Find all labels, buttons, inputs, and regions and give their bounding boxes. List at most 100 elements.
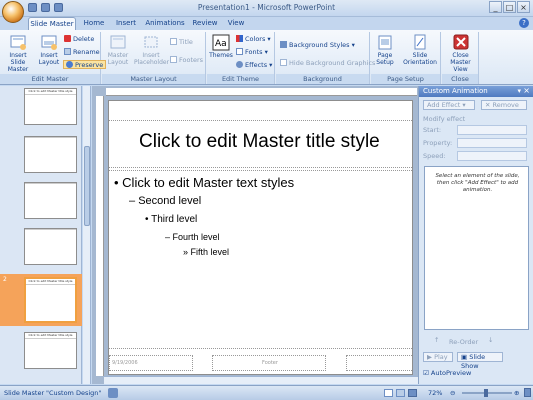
thumbnail-scrollbar[interactable] [83, 86, 91, 384]
pane-close-icon[interactable]: × [523, 86, 530, 95]
close-icon [453, 34, 468, 50]
maximize-button[interactable]: □ [503, 1, 516, 13]
group-master-layout: Master Layout Insert Placeholder Title F… [102, 32, 206, 84]
play-button[interactable]: ▶ Play [423, 352, 453, 362]
content-placeholder[interactable]: • Click to edit Master text styles – Sec… [109, 170, 412, 349]
animation-list[interactable]: Select an element of the slide, then cli… [424, 166, 529, 330]
checkbox-checked-icon [170, 38, 177, 45]
background-styles-button[interactable]: Background Styles ▾ [280, 41, 355, 50]
footers-checkbox[interactable]: Footers [170, 56, 203, 65]
group-label: Page Setup [371, 74, 440, 84]
minimize-button[interactable]: _ [489, 1, 502, 13]
close-master-view-button[interactable]: Close Master View [443, 34, 478, 73]
reorder-label: Re-Order [449, 338, 479, 346]
property-select[interactable] [457, 138, 527, 148]
speed-label: Speed: [423, 152, 446, 160]
remove-button[interactable]: ✕ Remove [481, 100, 527, 110]
slide-show-icon[interactable] [408, 389, 417, 397]
tab-slide-master[interactable]: Slide Master [28, 17, 76, 30]
preserve-button[interactable]: Preserve [63, 60, 107, 69]
move-down-button[interactable]: ↓ [485, 336, 496, 346]
page-setup-icon [378, 35, 392, 50]
tab-review[interactable]: Review [190, 17, 220, 30]
ribbon: Insert Slide Master Insert Layout Delete… [0, 30, 533, 85]
modify-effect-label: Modify effect [423, 115, 466, 123]
window-controls: _ □ × [489, 1, 530, 13]
rename-button[interactable]: Rename [64, 48, 100, 57]
effects-icon [236, 61, 243, 68]
svg-text:Aa: Aa [215, 39, 227, 49]
slide-thumbnail[interactable]: Click to edit Master title style [24, 332, 77, 369]
slide-thumbnail-selected[interactable]: Click to edit Master title style [24, 277, 77, 323]
horizontal-scrollbar[interactable] [104, 376, 418, 384]
slide-orientation-button[interactable]: Slide Orientation [401, 34, 439, 66]
slide-thumbnail[interactable] [24, 136, 77, 173]
spellcheck-icon[interactable] [108, 388, 118, 398]
fonts-icon [236, 48, 243, 55]
speed-select[interactable] [457, 151, 527, 161]
date-placeholder[interactable]: 9/19/2006 [109, 355, 193, 371]
themes-button[interactable]: Aa Themes [209, 34, 233, 59]
rename-icon [64, 48, 71, 55]
tab-animations[interactable]: Animations [144, 17, 186, 30]
footer-placeholder[interactable]: Footer [212, 355, 326, 371]
slide-thumbnail[interactable] [24, 182, 77, 219]
tab-view[interactable]: View [224, 17, 248, 30]
vertical-ruler [96, 96, 104, 376]
zoom-in-icon[interactable]: ⊕ [514, 386, 519, 400]
tab-insert[interactable]: Insert [112, 17, 140, 30]
effects-button[interactable]: Effects ▾ [236, 61, 272, 70]
status-view: Slide Master [4, 389, 45, 397]
master-layout-button[interactable]: Master Layout [104, 34, 132, 66]
slide-number-placeholder[interactable] [346, 355, 412, 371]
hide-background-graphics-checkbox[interactable]: Hide Background Graphics [280, 59, 375, 68]
start-label: Start: [423, 126, 442, 134]
thumbnail-list: Click to edit Master title style Click t… [0, 86, 82, 384]
group-edit-theme: Aa Themes Colors ▾ Fonts ▾ Effects ▾ Edi… [207, 32, 275, 84]
custom-animation-pane: Custom Animation ▾ × Add Effect ▾ ✕ Remo… [418, 86, 533, 384]
slide-orientation-icon [414, 34, 426, 50]
zoom-out-icon[interactable]: ⊖ [450, 386, 455, 400]
colors-icon [236, 35, 243, 42]
horizontal-ruler [106, 88, 417, 96]
zoom-slider-thumb[interactable] [484, 389, 488, 397]
scroll-thumb[interactable] [84, 146, 90, 226]
slide-thumbnail[interactable]: Click to edit Master title style [24, 88, 77, 125]
slide-show-button[interactable]: ▣ Slide Show [457, 352, 503, 370]
add-effect-button[interactable]: Add Effect ▾ [423, 100, 475, 110]
window-title: Presentation1 - Microsoft PowerPoint [197, 3, 336, 12]
placeholder-icon [144, 36, 158, 48]
ribbon-tabs: Slide Master Home Insert Animations Revi… [0, 17, 533, 30]
move-up-button[interactable]: ↑ [431, 336, 442, 346]
colors-button[interactable]: Colors ▾ [236, 35, 271, 44]
master-layout-icon [110, 35, 126, 49]
status-bar: Slide Master "Custom Design" 72% ⊖ ⊕ [0, 385, 533, 400]
slide-thumbnail[interactable] [24, 228, 77, 265]
zoom-level[interactable]: 72% [428, 386, 442, 400]
help-icon[interactable]: ? [519, 18, 529, 28]
pane-dropdown-icon[interactable]: ▾ [517, 87, 521, 95]
title-checkbox[interactable]: Title [170, 38, 193, 47]
animation-hint: Select an element of the slide, then cli… [435, 173, 520, 193]
bullet-level-5: » Fifth level [183, 247, 230, 257]
close-window-button[interactable]: × [517, 1, 530, 13]
page-setup-button[interactable]: Page Setup [373, 34, 397, 66]
group-close: Close Master View Close [442, 32, 479, 84]
slide-master[interactable]: Click to edit Master title style • Click… [108, 100, 413, 375]
slide-sorter-icon[interactable] [396, 389, 405, 397]
fonts-button[interactable]: Fonts ▾ [236, 48, 268, 57]
insert-layout-button[interactable]: Insert Layout [36, 34, 62, 66]
checkbox-icon [280, 59, 287, 66]
insert-slide-master-icon [10, 35, 26, 50]
tab-home[interactable]: Home [80, 17, 108, 30]
start-select[interactable] [457, 125, 527, 135]
insert-placeholder-button[interactable]: Insert Placeholder [134, 34, 169, 66]
office-button[interactable] [2, 1, 24, 23]
autopreview-checkbox[interactable]: ☑ AutoPreview [423, 369, 471, 377]
insert-slide-master-button[interactable]: Insert Slide Master [2, 34, 34, 73]
fit-window-icon[interactable] [524, 388, 531, 397]
delete-button[interactable]: Delete [64, 35, 94, 44]
title-placeholder[interactable]: Click to edit Master title style [109, 120, 412, 168]
group-edit-master: Insert Slide Master Insert Layout Delete… [0, 32, 107, 84]
normal-view-icon[interactable] [384, 389, 393, 397]
